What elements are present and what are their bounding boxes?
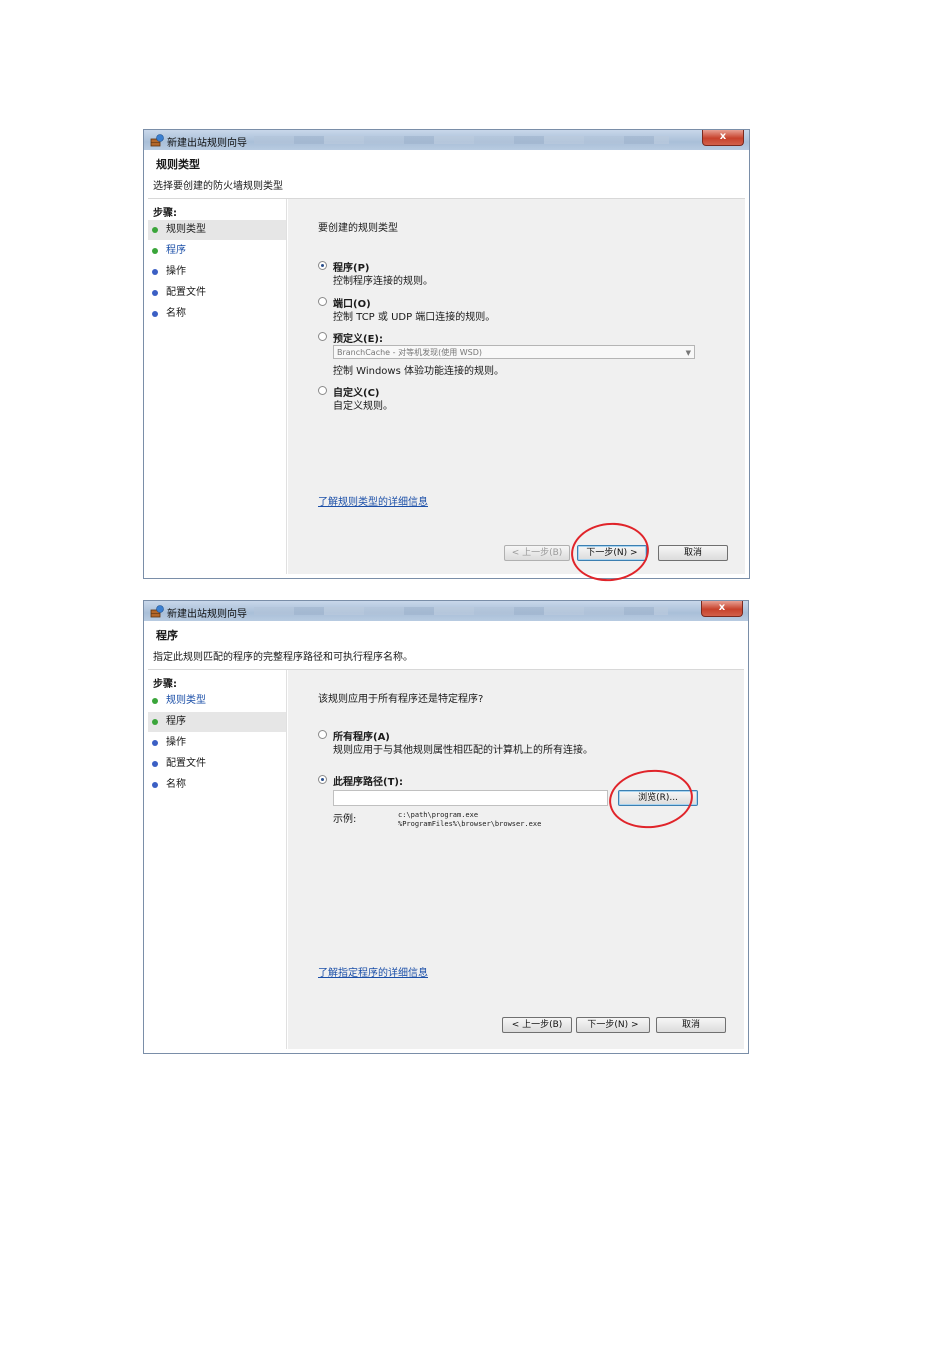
page-description: 选择要创建的防火墙规则类型	[153, 181, 283, 192]
program-path-input[interactable]	[333, 790, 608, 806]
option-description: 控制 Windows 体验功能连接的规则。	[333, 366, 504, 377]
step-label: 操作	[166, 266, 186, 277]
wizard-header: 规则类型 选择要创建的防火墙规则类型	[148, 150, 745, 199]
cancel-button[interactable]: 取消	[656, 1017, 726, 1033]
content-panel: 该规则应用于所有程序还是特定程序? 所有程序(A) 规则应用于与其他规则属性相匹…	[288, 670, 744, 1049]
step-upcoming-icon	[152, 740, 158, 746]
cancel-button[interactable]: 取消	[658, 545, 728, 561]
step-upcoming-icon	[152, 782, 158, 788]
window-title: 新建出站规则向导	[167, 609, 247, 620]
step-profile: 配置文件	[148, 283, 286, 303]
content-panel: 要创建的规则类型 程序(P) 控制程序连接的规则。 端口(O) 控制 TCP 或…	[288, 199, 745, 585]
rule-type-prompt: 要创建的规则类型	[318, 223, 398, 234]
step-rule-type: 规则类型	[148, 220, 286, 240]
learn-more-link[interactable]: 了解指定程序的详细信息	[318, 964, 428, 979]
step-action: 操作	[148, 262, 286, 282]
learn-more-link[interactable]: 了解规则类型的详细信息	[318, 493, 428, 508]
example-paths: c:\path\program.exe %ProgramFiles%\brows…	[398, 811, 541, 829]
wizard-dialog-program: 新建出站规则向导 x 程序 指定此规则匹配的程序的完整程序路径和可执行程序名称。…	[143, 600, 749, 1054]
step-label: 程序	[166, 716, 186, 727]
title-bar[interactable]: 新建出站规则向导 x	[144, 601, 748, 621]
page-description: 指定此规则匹配的程序的完整程序路径和可执行程序名称。	[153, 652, 413, 663]
step-upcoming-icon	[152, 290, 158, 296]
firewall-icon	[150, 605, 164, 618]
step-label: 配置文件	[166, 287, 206, 298]
program-scope-prompt: 该规则应用于所有程序还是特定程序?	[318, 694, 484, 705]
radio-port[interactable]	[318, 297, 327, 306]
steps-label: 步骤:	[153, 679, 177, 690]
step-upcoming-icon	[152, 311, 158, 317]
back-button[interactable]: < 上一步(B)	[504, 545, 570, 561]
option-title: 预定义(E):	[333, 334, 383, 345]
step-rule-type: 规则类型	[148, 691, 286, 711]
close-button[interactable]: x	[702, 130, 744, 146]
step-label: 名称	[166, 779, 186, 790]
step-upcoming-icon	[152, 761, 158, 767]
next-button[interactable]: 下一步(N) >	[576, 1017, 650, 1033]
option-description: 规则应用于与其他规则属性相匹配的计算机上的所有连接。	[333, 745, 593, 756]
page-title: 规则类型	[156, 158, 200, 171]
step-label: 规则类型	[166, 695, 206, 706]
predefined-select[interactable]: BranchCache - 对等机发现(使用 WSD) ▼	[333, 345, 695, 359]
step-label: 配置文件	[166, 758, 206, 769]
option-title: 此程序路径(T):	[333, 777, 403, 788]
step-label: 程序	[166, 245, 186, 256]
wizard-header: 程序 指定此规则匹配的程序的完整程序路径和可执行程序名称。	[148, 621, 744, 670]
radio-all-programs[interactable]	[318, 730, 327, 739]
back-button[interactable]: < 上一步(B)	[502, 1017, 572, 1033]
example-label: 示例:	[333, 814, 357, 825]
radio-predefined[interactable]	[318, 332, 327, 341]
wizard-dialog-rule-type: 新建出站规则向导 x 规则类型 选择要创建的防火墙规则类型 步骤: 规则类型 程…	[143, 129, 750, 585]
step-name: 名称	[148, 304, 286, 324]
annotation-circle	[568, 519, 652, 585]
close-button[interactable]: x	[701, 601, 743, 617]
step-action: 操作	[148, 733, 286, 753]
option-description: 控制程序连接的规则。	[333, 276, 433, 287]
steps-panel: 步骤: 规则类型 程序 操作 配置文件 名称	[148, 670, 287, 1049]
option-description: 自定义规则。	[333, 401, 393, 412]
radio-custom[interactable]	[318, 386, 327, 395]
step-label: 操作	[166, 737, 186, 748]
step-current-icon	[152, 719, 158, 725]
title-bar[interactable]: 新建出站规则向导 x	[144, 130, 749, 150]
step-upcoming-icon	[152, 248, 158, 254]
step-label: 名称	[166, 308, 186, 319]
predefined-select-value: BranchCache - 对等机发现(使用 WSD)	[337, 348, 483, 357]
step-program: 程序	[148, 241, 286, 261]
step-profile: 配置文件	[148, 754, 286, 774]
example-path: %ProgramFiles%\browser\browser.exe	[398, 820, 542, 828]
titlebar-background	[254, 607, 668, 615]
step-current-icon	[152, 227, 158, 233]
annotation-circle	[606, 765, 696, 833]
step-name: 名称	[148, 775, 286, 795]
steps-label: 步骤:	[153, 208, 177, 219]
titlebar-background	[254, 136, 669, 144]
step-label: 规则类型	[166, 224, 206, 235]
page-title: 程序	[156, 629, 178, 642]
steps-panel: 步骤: 规则类型 程序 操作 配置文件 名称	[148, 199, 287, 574]
chevron-down-icon[interactable]: ▼	[686, 346, 691, 360]
window-title: 新建出站规则向导	[167, 138, 247, 149]
radio-program[interactable]	[318, 261, 327, 270]
radio-program-path[interactable]	[318, 775, 327, 784]
option-description: 控制 TCP 或 UDP 端口连接的规则。	[333, 312, 496, 323]
example-path: c:\path\program.exe	[398, 811, 479, 819]
step-done-icon	[152, 698, 158, 704]
step-program: 程序	[148, 712, 286, 732]
firewall-icon	[150, 134, 164, 147]
step-upcoming-icon	[152, 269, 158, 275]
